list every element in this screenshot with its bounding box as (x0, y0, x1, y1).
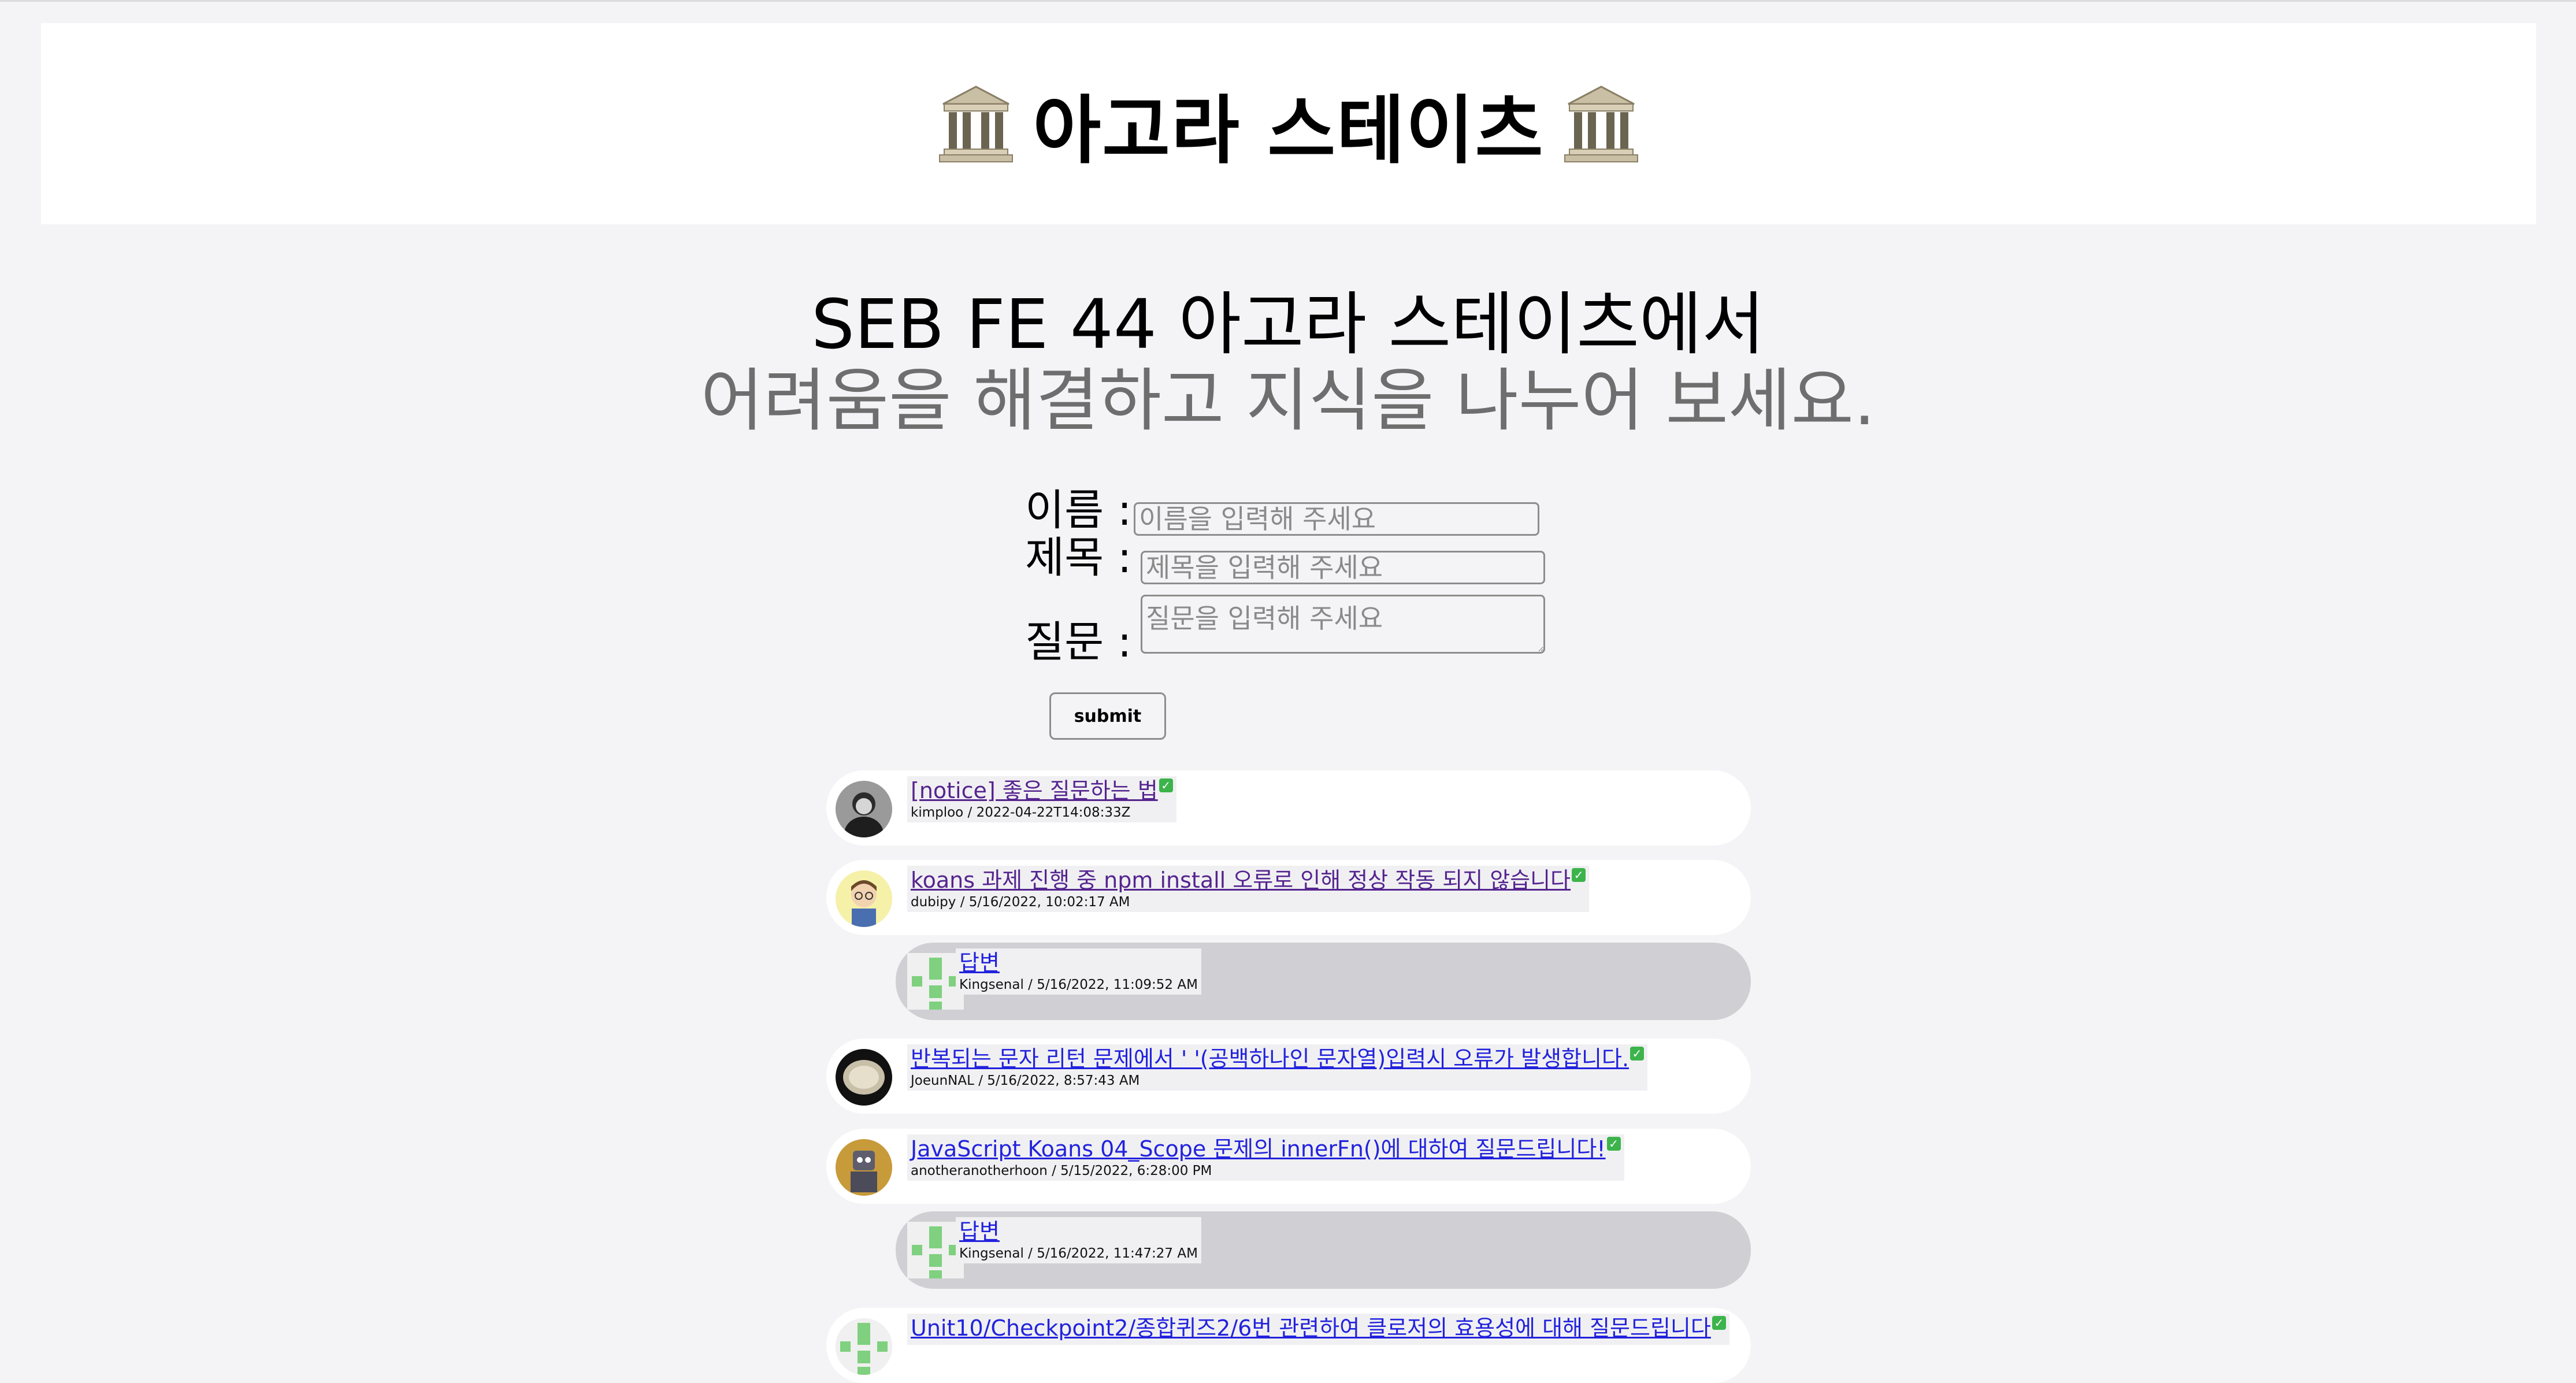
answer-meta: Kingsenal / 5/16/2022, 11:09:52 AM (959, 977, 1198, 992)
answered-check-icon: ✓ (1630, 1047, 1645, 1061)
discussion-meta: anotheranotherhoon / 5/15/2022, 6:28:00 … (911, 1163, 1212, 1178)
item-content: 반복되는 문자 리턴 문제에서 ' '(공백하나인 문자열)입력시 오류가 발생… (907, 1044, 1648, 1091)
discussion-meta: kimploo / 2022-04-22T14:08:33Z (911, 805, 1131, 820)
answer-meta: Kingsenal / 5/16/2022, 11:47:27 AM (959, 1246, 1198, 1261)
item-content: Unit10/Checkpoint2/종합퀴즈2/6번 관련하여 클로저의 효용… (907, 1314, 1729, 1345)
question-textarea[interactable] (1141, 595, 1545, 654)
answer-link[interactable]: 답변 (959, 950, 1000, 976)
avatar (836, 781, 892, 837)
logo: 아고라 스테이츠 (938, 71, 1639, 177)
submit-button[interactable]: submit (1049, 692, 1166, 740)
top-border (0, 0, 2576, 2)
name-label: 이름 : (1025, 485, 1132, 535)
name-input[interactable] (1134, 502, 1539, 536)
avatar (836, 1318, 892, 1375)
answered-check-icon: ✓ (1572, 868, 1586, 882)
discussion-title-link[interactable]: 반복되는 문자 리턴 문제에서 ' '(공백하나인 문자열)입력시 오류가 발생… (911, 1046, 1629, 1071)
discussion-meta: JoeunNAL / 5/16/2022, 8:57:43 AM (911, 1073, 1140, 1088)
avatar (836, 1049, 892, 1106)
avatar (836, 1139, 892, 1196)
discussion-title-link[interactable]: koans 과제 진행 중 npm install 오류로 인해 정상 작동 되… (911, 867, 1571, 893)
classical-building-icon (938, 86, 1013, 162)
discussion-meta: dubipy / 5/16/2022, 10:02:17 AM (911, 895, 1130, 910)
discussion-item: Unit10/Checkpoint2/종합퀴즈2/6번 관련하여 클로저의 효용… (826, 1308, 1751, 1383)
item-content: [notice] 좋은 질문하는 법 ✓ kimploo / 2022-04-22T… (907, 776, 1176, 822)
hero-subheading: 어려움을 해결하고 지식을 나누어 보세요. (700, 361, 1876, 440)
discussion-item: 반복되는 문자 리턴 문제에서 ' '(공백하나인 문자열)입력시 오류가 발생… (826, 1039, 1751, 1114)
title-label: 제목 : (1025, 533, 1132, 583)
title-input[interactable] (1141, 551, 1545, 584)
item-content: koans 과제 진행 중 npm install 오류로 인해 정상 작동 되… (907, 866, 1590, 912)
discussion-item: koans 과제 진행 중 npm install 오류로 인해 정상 작동 되… (826, 860, 1751, 935)
discussion-title-link[interactable]: Unit10/Checkpoint2/종합퀴즈2/6번 관련하여 클로저의 효용… (911, 1315, 1711, 1341)
item-content: 답변 Kingsenal / 5/16/2022, 11:09:52 AM (956, 948, 1201, 995)
site-title: 아고라 스테이츠 (1033, 87, 1545, 174)
answer-item: 답변 Kingsenal / 5/16/2022, 11:47:27 AM (896, 1211, 1751, 1289)
answered-check-icon: ✓ (1606, 1137, 1621, 1151)
item-content: JavaScript Koans 04_Scope 문제의 innerFn()에… (907, 1134, 1624, 1181)
site-header: 아고라 스테이츠 (41, 23, 2536, 224)
answer-item: 답변 Kingsenal / 5/16/2022, 11:09:52 AM (896, 943, 1751, 1020)
discussion-item: JavaScript Koans 04_Scope 문제의 innerFn()에… (826, 1129, 1751, 1204)
answer-link[interactable]: 답변 (959, 1219, 1000, 1244)
hero-heading: SEB FE 44 아고라 스테이츠에서 (811, 284, 1765, 364)
discussion-item: [notice] 좋은 질문하는 법 ✓ kimploo / 2022-04-22T… (826, 770, 1751, 846)
answered-check-icon: ✓ (1712, 1316, 1726, 1330)
avatar (836, 870, 892, 927)
question-label: 질문 : (1025, 617, 1132, 667)
classical-building-icon (1564, 86, 1639, 162)
discussion-title-link[interactable]: [notice] 좋은 질문하는 법 (911, 778, 1158, 803)
item-content: 답변 Kingsenal / 5/16/2022, 11:47:27 AM (956, 1217, 1201, 1263)
answered-check-icon: ✓ (1159, 778, 1173, 792)
discussion-title-link[interactable]: JavaScript Koans 04_Scope 문제의 innerFn()에… (911, 1136, 1606, 1162)
